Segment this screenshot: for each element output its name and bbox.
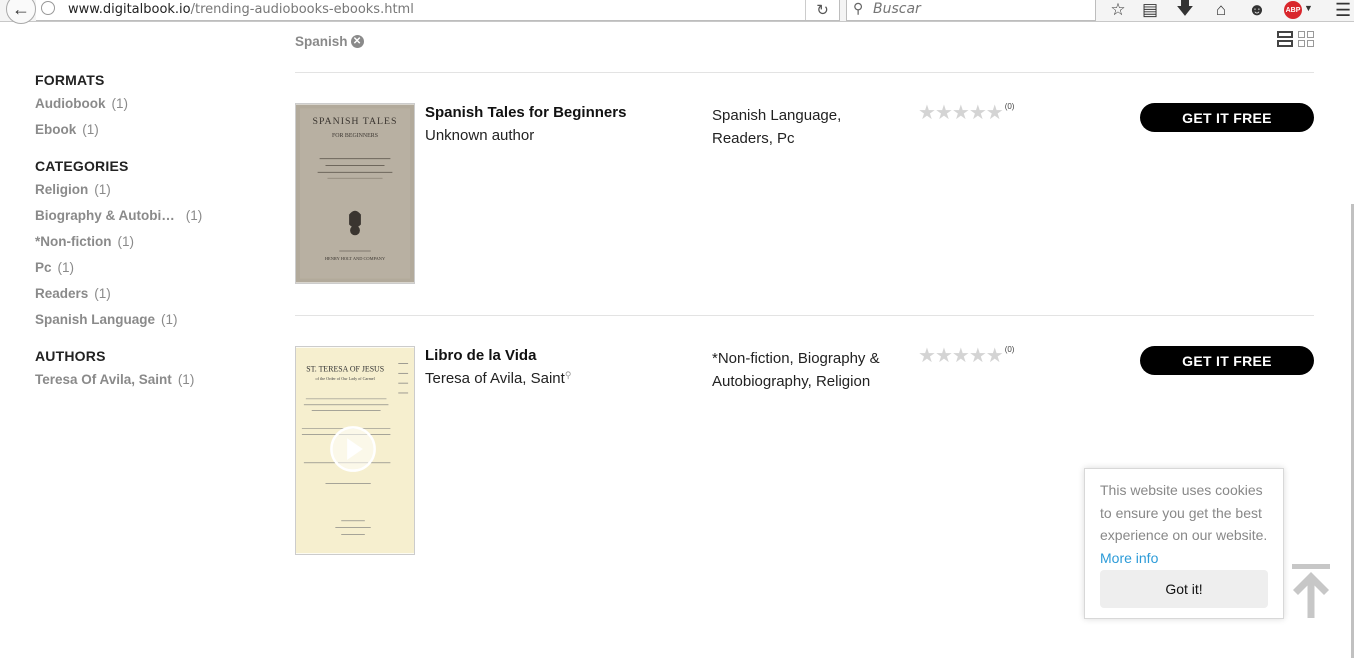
facet-categories: CATEGORIES Religion (1) Biography & Autob… (35, 158, 265, 338)
facet-item-spanish-language[interactable]: Spanish Language (1) (35, 312, 265, 338)
facet-item-readers[interactable]: Readers (1) (35, 286, 265, 312)
star-icon[interactable]: ★ (969, 346, 987, 366)
divider (295, 315, 1314, 316)
cover-subtitle: FOR BEGINNERS (332, 133, 378, 139)
facet-item-religion[interactable]: Religion (1) (35, 182, 265, 208)
facet-sidebar: FORMATS Audiobook (1) Ebook (1) CATEGORIES… (35, 72, 265, 408)
rating-count: (0) (1004, 102, 1015, 111)
facet-item-non-fiction[interactable]: *Non-fiction (1) (35, 234, 265, 260)
browser-search-box[interactable]: ⚲ (846, 0, 1096, 21)
active-filter-chip[interactable]: Spanish ✕ (295, 34, 364, 49)
grid-view-icon[interactable] (1298, 31, 1314, 47)
book-cover-image[interactable]: ST. TERESA OF JESUS of the Order of Our … (295, 346, 415, 555)
browser-toolbar: ← www.digitalbook.io/trending-audiobooks… (0, 0, 1354, 24)
book-title[interactable]: Spanish Tales for Beginners (425, 104, 626, 121)
facet-title-formats: FORMATS (35, 72, 105, 88)
search-icon[interactable]: ⚲ (565, 370, 572, 380)
chevron-down-icon[interactable]: ▼ (1304, 3, 1313, 13)
reload-icon[interactable]: ↻ (805, 0, 839, 20)
star-rating[interactable]: ★ ★ ★ ★ ★ (0) (918, 102, 1015, 123)
cookie-consent-popup: This website uses cookies to ensure you … (1084, 468, 1284, 619)
book-subjects: *Non-fiction, Biography & Autobiography,… (712, 350, 880, 390)
star-rating[interactable]: ★ ★ ★ ★ ★ (0) (918, 345, 1015, 366)
get-it-free-button[interactable]: GET IT FREE (1140, 346, 1314, 375)
bookmark-star-icon[interactable]: ☆ (1107, 0, 1129, 20)
facet-item-ebook[interactable]: Ebook (1) (35, 122, 265, 148)
adblock-icon[interactable]: ABP (1284, 1, 1302, 19)
star-icon[interactable]: ★ (952, 103, 970, 123)
star-icon[interactable]: ★ (935, 346, 953, 366)
home-icon[interactable]: ⌂ (1210, 0, 1232, 20)
cover-title: ST. TERESA OF JESUS (306, 364, 384, 373)
star-icon[interactable]: ★ (935, 103, 953, 123)
facet-item-audiobook[interactable]: Audiobook (1) (35, 96, 265, 122)
list-view-icon[interactable] (1277, 31, 1293, 47)
star-icon[interactable]: ★ (986, 103, 1004, 123)
search-icon: ⚲ (853, 0, 864, 16)
book-subjects: Spanish Language, Readers, Pc (712, 107, 842, 147)
facet-title-authors: AUTHORS (35, 348, 106, 364)
more-info-link[interactable]: More info (1100, 547, 1268, 569)
hamburger-menu-icon[interactable]: ☰ (1335, 0, 1351, 21)
star-icon[interactable]: ★ (918, 346, 936, 366)
get-it-free-button[interactable]: GET IT FREE (1140, 103, 1314, 132)
chat-icon[interactable]: ☻ (1246, 0, 1268, 20)
book-author[interactable]: Unknown author (425, 127, 534, 144)
divider (295, 72, 1314, 73)
facet-formats: FORMATS Audiobook (1) Ebook (1) (35, 72, 265, 148)
reading-list-icon[interactable]: ▤ (1139, 0, 1161, 20)
cookie-message: This website uses cookies to ensure you … (1100, 482, 1268, 543)
book-title[interactable]: Libro de la Vida (425, 347, 536, 364)
cover-publisher: HENRY HOLT AND COMPANY (325, 256, 386, 261)
browser-search-input[interactable] (873, 0, 1083, 18)
facet-item-biography[interactable]: Biography & Autobi… (1) (35, 208, 265, 234)
close-icon[interactable]: ✕ (350, 35, 364, 48)
cover-subtitle: of the Order of Our Lady of Carmel (316, 376, 376, 381)
back-arrow-icon[interactable]: ← (6, 0, 36, 24)
star-icon[interactable]: ★ (986, 346, 1004, 366)
star-icon[interactable]: ★ (952, 346, 970, 366)
book-author[interactable]: Teresa of Avila, Saint⚲ (425, 370, 571, 387)
cover-title: SPANISH TALES (313, 116, 398, 127)
book-cover-image[interactable]: SPANISH TALES FOR BEGINNERS HENRY HOLT A… (295, 103, 415, 284)
facet-item-pc[interactable]: Pc (1) (35, 260, 265, 286)
url-text: www.digitalbook.io/trending-audiobooks-e… (68, 2, 414, 17)
star-icon[interactable]: ★ (969, 103, 987, 123)
view-toggle (1277, 31, 1314, 47)
got-it-button[interactable]: Got it! (1100, 570, 1268, 608)
star-icon[interactable]: ★ (918, 103, 936, 123)
page-scrollbar[interactable] (1350, 22, 1354, 658)
active-filter-label: Spanish (295, 34, 348, 49)
download-icon[interactable]: 🡇 (1174, 0, 1196, 20)
facet-title-categories: CATEGORIES (35, 158, 129, 174)
url-bar[interactable]: www.digitalbook.io/trending-audiobooks-e… (36, 0, 840, 21)
facet-item-teresa-of-avila[interactable]: Teresa Of Avila, Saint (1) (35, 372, 265, 398)
rating-count: (0) (1004, 345, 1015, 354)
facet-authors: AUTHORS Teresa Of Avila, Saint (1) (35, 348, 265, 398)
globe-icon (41, 1, 55, 15)
back-to-top-icon[interactable] (1292, 564, 1330, 618)
book-row: SPANISH TALES FOR BEGINNERS HENRY HOLT A… (295, 102, 1314, 285)
